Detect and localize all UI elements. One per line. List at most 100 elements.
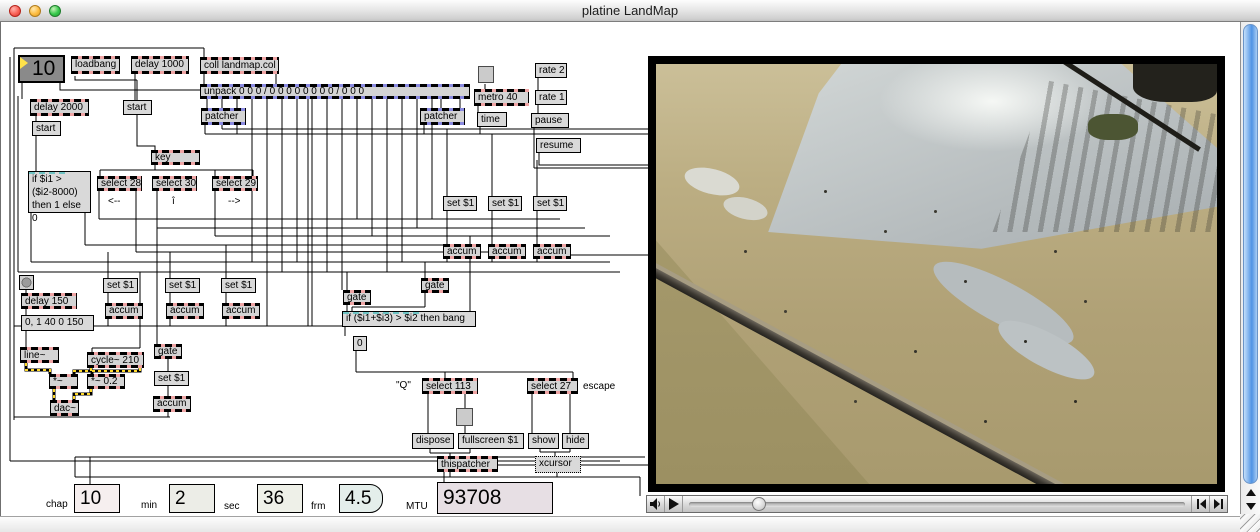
message-hide[interactable]: hide <box>562 433 589 449</box>
number-box-chapter[interactable]: 10 <box>18 55 65 83</box>
scrubber-thumb[interactable] <box>752 497 766 511</box>
comment-q: "Q" <box>396 380 411 391</box>
message-set[interactable]: set $1 <box>221 278 256 293</box>
object-line-tilde[interactable]: line~ <box>20 347 59 363</box>
label-mtu: MTU <box>406 501 428 512</box>
object-accum[interactable]: accum <box>533 244 571 259</box>
message-dispose[interactable]: dispose <box>412 433 454 449</box>
message-if-threshold[interactable]: if $i1 > ($i2-8000) then 1 else 0 <box>28 171 91 224</box>
object-accum[interactable]: accum <box>105 303 143 319</box>
video-image <box>656 64 1217 484</box>
object-patcher[interactable]: patcher <box>201 108 246 125</box>
button-square[interactable] <box>478 66 494 83</box>
message-set[interactable]: set $1 <box>488 196 522 211</box>
play-button[interactable] <box>665 496 683 512</box>
message-time[interactable]: time <box>477 112 507 127</box>
speaker-icon <box>650 498 660 510</box>
video-white-patch <box>681 162 743 201</box>
patcher-window: platine LandMap 10 loadbang delay 1000 c… <box>0 0 1260 532</box>
object-patcher[interactable]: patcher <box>420 108 465 125</box>
object-select-30[interactable]: select 30 <box>152 176 197 191</box>
message-if-bang[interactable]: if ($i1+$i3) > $i2 then bang <box>342 311 476 327</box>
number-frm[interactable]: 4.5 <box>339 484 383 513</box>
object-select-113[interactable]: select 113 <box>422 378 478 394</box>
object-metro-40[interactable]: metro 40 <box>474 89 529 106</box>
number-mtu[interactable]: 93708 <box>437 482 553 514</box>
scroll-up-button[interactable] <box>1241 486 1260 499</box>
message-pause[interactable]: pause <box>531 113 569 128</box>
resize-grip[interactable] <box>1240 514 1260 532</box>
video-white-patch <box>721 193 771 225</box>
step-back-button[interactable] <box>1192 496 1210 512</box>
label-chap: chap <box>46 499 68 510</box>
message-set[interactable]: set $1 <box>533 196 567 211</box>
object-multiply-tilde[interactable]: *~ <box>49 374 78 389</box>
window-title: platine LandMap <box>581 3 679 18</box>
step-forward-button[interactable] <box>1210 496 1227 512</box>
number-sec[interactable]: 36 <box>257 484 303 513</box>
object-accum[interactable]: accum <box>166 303 204 319</box>
object-gate[interactable]: gate <box>154 344 182 359</box>
object-multiply-tilde-02[interactable]: *~ 0.2 <box>87 374 125 389</box>
object-accum[interactable]: accum <box>488 244 526 259</box>
message-set[interactable]: set $1 <box>165 278 200 293</box>
object-select-28[interactable]: select 28 <box>97 176 142 191</box>
video-frame <box>648 56 1225 492</box>
message-set[interactable]: set $1 <box>103 278 138 293</box>
object-coll[interactable]: coll landmap.col <box>200 57 279 74</box>
object-unpack[interactable]: unpack 0 0 0 / 0 0 0 0 0 0 0 0 / 0 0 0 <box>200 84 470 99</box>
label-min: min <box>141 500 158 511</box>
message-start[interactable]: start <box>123 100 152 115</box>
message-fullscreen[interactable]: fullscreen $1 <box>458 433 524 449</box>
message-start[interactable]: start <box>32 121 61 136</box>
message-zero[interactable]: 0 <box>353 336 367 351</box>
object-delay-1000[interactable]: delay 1000 <box>131 56 189 74</box>
object-cycle-tilde[interactable]: cycle~ 210 <box>87 352 144 368</box>
object-accum[interactable]: accum <box>443 244 481 259</box>
message-rate-2[interactable]: rate 2 <box>535 63 567 78</box>
object-accum[interactable]: accum <box>153 396 191 412</box>
toggle-square[interactable] <box>456 408 473 426</box>
number-min[interactable]: 2 <box>169 484 215 513</box>
object-loadbang[interactable]: loadbang <box>71 56 120 74</box>
title-bar[interactable]: platine LandMap <box>0 0 1260 22</box>
object-gate[interactable]: gate <box>343 290 371 305</box>
vertical-scrollbar[interactable] <box>1240 22 1260 514</box>
object-xcursor[interactable]: xcursor <box>535 456 581 473</box>
object-delay-150[interactable]: delay 150 <box>21 293 77 309</box>
video-controller <box>646 495 1228 513</box>
comment-right-arrow: --> <box>228 196 241 207</box>
video-machinery <box>1132 64 1217 102</box>
play-icon <box>669 498 679 510</box>
label-frm: frm <box>311 501 326 512</box>
scrollbar-thumb[interactable] <box>1243 24 1258 484</box>
message-set[interactable]: set $1 <box>443 196 477 211</box>
object-thispatcher[interactable]: thispatcher <box>437 456 498 472</box>
message-line-ramp[interactable]: 0, 1 40 0 150 <box>21 315 94 331</box>
volume-button[interactable] <box>647 496 665 512</box>
comment-up-arrow: î <box>172 196 175 207</box>
horizontal-scrollbar-track[interactable] <box>0 516 1240 532</box>
message-set[interactable]: set $1 <box>154 371 189 386</box>
scroll-down-icon <box>1246 503 1256 510</box>
object-accum[interactable]: accum <box>222 303 260 319</box>
object-select-27[interactable]: select 27 <box>527 378 578 394</box>
message-rate-1[interactable]: rate 1 <box>535 90 567 105</box>
video-scrubber[interactable] <box>687 496 1187 512</box>
bang-button[interactable] <box>19 275 34 290</box>
step-back-icon <box>1196 499 1206 509</box>
object-gate[interactable]: gate <box>421 278 449 293</box>
scroll-down-button[interactable] <box>1241 500 1260 513</box>
object-delay-2000[interactable]: delay 2000 <box>30 99 89 116</box>
label-sec: sec <box>224 501 240 512</box>
comment-escape: escape <box>583 381 616 392</box>
object-key[interactable]: key <box>151 150 200 165</box>
object-dac-tilde[interactable]: dac~ <box>50 400 79 416</box>
step-forward-icon <box>1213 499 1223 509</box>
object-select-29[interactable]: select 29 <box>212 176 258 191</box>
message-show[interactable]: show <box>528 433 559 449</box>
message-resume[interactable]: resume <box>536 138 581 153</box>
scroll-up-icon <box>1246 489 1256 496</box>
video-vegetation <box>1087 114 1139 140</box>
number-chap[interactable]: 10 <box>74 484 120 513</box>
